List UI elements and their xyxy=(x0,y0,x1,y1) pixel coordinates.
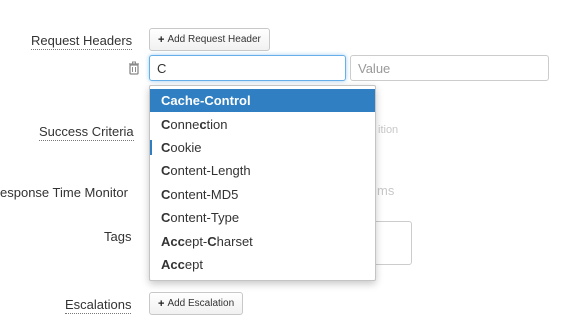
autocomplete-item-content-md5[interactable]: Content-MD5 xyxy=(150,183,375,206)
response-time-monitor-label: esponse Time Monitor xyxy=(0,185,128,200)
rest-text: ookie xyxy=(170,139,202,155)
escalations-label: Escalations xyxy=(65,297,132,314)
match-text: C xyxy=(161,210,171,226)
add-request-header-button[interactable]: + Add Request Header xyxy=(149,28,270,51)
header-value-input[interactable]: Value xyxy=(350,55,549,81)
autocomplete-item-accept[interactable]: Acc ept xyxy=(150,253,375,276)
plus-icon: + xyxy=(158,297,165,310)
rest-text: ept xyxy=(184,256,203,272)
add-escalation-button[interactable]: + Add Escalation xyxy=(149,292,244,315)
autocomplete-item-content-type[interactable]: Content-Type xyxy=(150,206,375,229)
rest-text: onne xyxy=(170,116,200,132)
tags-label: Tags xyxy=(104,229,132,244)
autocomplete-item-accept-charset[interactable]: Acc ept- Charset xyxy=(150,229,375,252)
add-escalation-label: Add Escalation xyxy=(167,298,235,309)
match-text: Cache-Control xyxy=(161,93,251,109)
match-text: Acc xyxy=(161,256,185,272)
trash-icon[interactable] xyxy=(127,61,141,75)
rest-text: ontent-MD5 xyxy=(170,186,239,202)
match-text: C xyxy=(161,116,171,132)
header-value-placeholder: Value xyxy=(358,60,391,76)
match-text: c xyxy=(199,116,207,132)
match-text: C xyxy=(161,163,171,179)
header-autocomplete-dropdown: Cache-Control Conne c tion Cookie Content-… xyxy=(149,85,376,281)
plus-icon: + xyxy=(158,33,165,46)
header-name-value: C xyxy=(157,60,167,76)
match-text: C xyxy=(161,186,171,202)
success-criteria-label: Success Criteria xyxy=(39,124,134,141)
autocomplete-item-cookie[interactable]: Cookie xyxy=(150,136,375,159)
rest-text: ontent-Type xyxy=(170,210,240,226)
autocomplete-item-content-length[interactable]: Content-Length xyxy=(150,159,375,182)
autocomplete-item-cache-control[interactable]: Cache-Control xyxy=(150,89,375,113)
match-text: C xyxy=(207,233,217,249)
match-text: Acc xyxy=(161,233,185,249)
condition-fragment: ition xyxy=(378,124,399,136)
add-request-header-label: Add Request Header xyxy=(167,34,261,45)
match-text: C xyxy=(161,139,171,155)
rest-text: tion xyxy=(206,116,228,132)
header-name-input[interactable]: C xyxy=(149,55,346,81)
request-headers-label: Request Headers xyxy=(31,33,133,50)
rest-text: ept- xyxy=(184,233,208,249)
autocomplete-item-connection[interactable]: Conne c tion xyxy=(150,112,375,135)
rest-text: harset xyxy=(216,233,253,249)
ms-fragment: ms xyxy=(377,183,395,198)
rest-text: ontent-Length xyxy=(170,163,251,179)
